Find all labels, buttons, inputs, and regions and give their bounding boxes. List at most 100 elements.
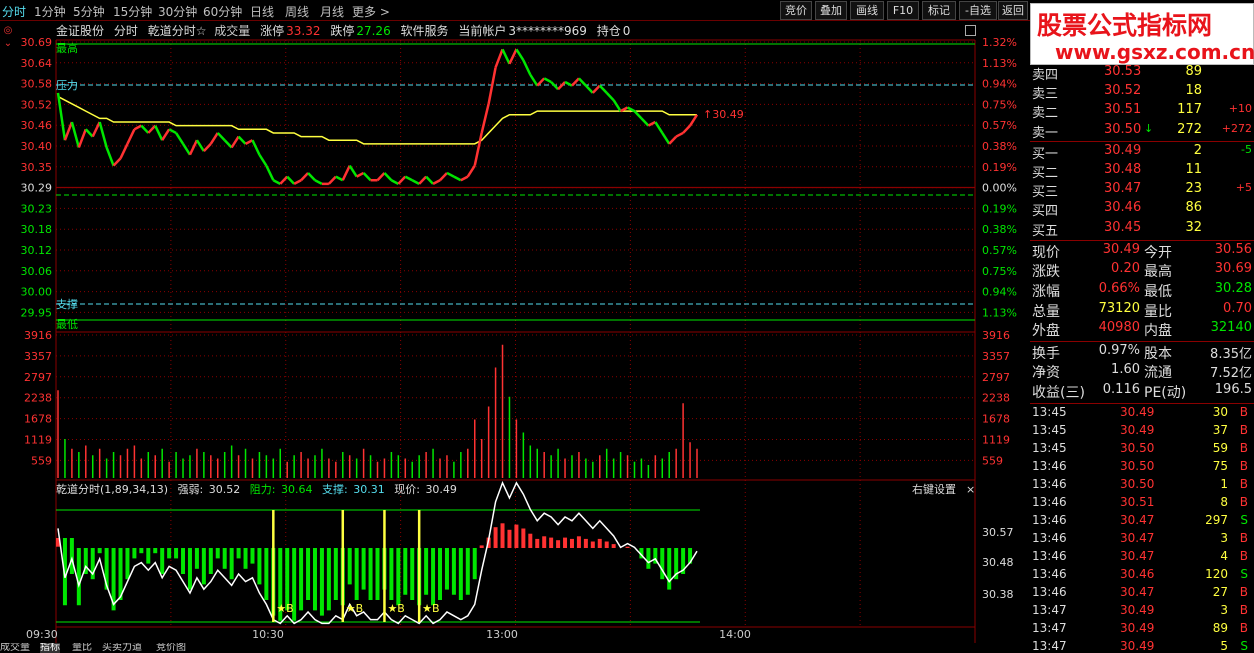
buy-level-row[interactable]: 买四 30.46 86 [1030,200,1254,219]
price-segment [209,132,219,145]
tick-row: 13:47 30.49 5 S [1030,639,1254,653]
stat-label: 量比 [1144,303,1172,320]
price-segment [425,175,434,185]
price-segment [272,179,281,185]
price-segment [265,165,275,181]
price-segment [230,135,240,149]
order-price: 30.47 [1104,181,1142,197]
fund-label: 净资 [1032,365,1060,382]
order-change: +10 [1228,102,1252,116]
tick-side: S [1240,566,1248,581]
price-segment [362,172,372,182]
tab-indicator[interactable]: 指标 [40,643,60,653]
tab-volume-ratio[interactable]: 量比 [72,643,92,653]
stat-row: 外盘 40980 内盘 32140 [1030,320,1254,339]
stat-value: 30.69 [1214,261,1252,277]
tick-volume: 5 [1220,638,1228,653]
volume-tick: 559 [982,454,1003,467]
price-segment [161,128,171,141]
percent-tick: 1.13% [982,306,1017,319]
volume-tick: 2238 [24,392,52,405]
tick-row: 13:47 30.49 3 B [1030,603,1254,621]
tick-time: 13:46 [1032,512,1067,527]
low-label: 最低 [56,318,78,331]
tick-row: 13:45 30.49 30 B [1030,405,1254,423]
volume-bars [57,344,698,478]
volume-tick: 3357 [982,350,1010,363]
tick-volume: 75 [1212,458,1228,473]
price-segment [654,121,664,134]
price-segment [550,81,559,91]
indicator-tick: 30.48 [982,556,1014,569]
price-segment [286,175,296,185]
price-segment [522,59,532,76]
buy-level-row[interactable]: 买二 30.48 11 [1030,162,1254,181]
stat-label: 涨跌 [1032,264,1060,281]
price-segment [688,114,699,127]
order-volume: 117 [1177,102,1202,118]
resistance-label: 压力 [56,79,78,92]
indicator-title: 乾道分时(1,89,34,13) 强弱: 30.52 阻力: 30.64 支撑:… [56,482,457,496]
order-change: +272 [1221,121,1252,135]
tab-auction-chart[interactable]: 竞价图 [156,643,186,653]
buy-signal-star: ★B [346,602,363,615]
buy-signal-star: ★B [387,602,404,615]
price-segment [216,132,226,142]
tick-volume: 1 [1220,476,1228,491]
price-tick: 30.69 [21,36,53,49]
fund-label: 收益(三) [1032,385,1085,401]
stat-value: 30.49 [1102,241,1140,257]
price-segment [591,84,601,94]
stat-row: 总量 73120 量比 0.70 [1030,301,1254,320]
sell-level-row[interactable]: 卖三 30.52 18 [1030,83,1254,102]
tab-volume[interactable]: 成交量 [0,643,30,653]
sell-level-row[interactable]: 卖四 30.53 89 [1030,64,1254,83]
price-segment [460,175,469,182]
tick-price: 30.49 [1120,638,1155,653]
tick-side: B [1239,620,1248,635]
order-change: +5 [1235,181,1252,195]
sell-level-row[interactable]: 卖二 30.51 117 +10 [1030,102,1254,121]
fund-value: 196.5 [1214,382,1252,397]
sell-level-row[interactable]: 卖一 30.50 ↓ 272 +272 [1030,122,1254,141]
buy-level-row[interactable]: 买五 30.45 32 [1030,220,1254,239]
strength-value: 30.52 [209,483,241,496]
price-tick: 30.40 [21,140,53,153]
tick-price: 30.50 [1120,476,1155,491]
price-segment [675,131,684,138]
stat-row: 涨跌 0.20 最高 30.69 [1030,261,1254,280]
stat-value: 73120 [1098,300,1140,316]
buy-level-row[interactable]: 买一 30.49 2 -5 [1030,143,1254,162]
price-label: 现价: [394,483,420,496]
price-segment [647,120,656,127]
order-price: 30.46 [1104,200,1142,216]
price-segment [300,172,309,182]
tick-price: 30.47 [1120,530,1155,545]
support-label: 支撑 [56,297,78,311]
volume-tick: 2797 [24,371,52,384]
tick-row: 13:45 30.50 59 B [1030,441,1254,459]
price-segment [140,124,150,134]
time-axis: 09:30 10:30 13:00 14:00 [26,628,751,641]
fundamental-row: 净资 1.60 流通 7.52亿 [1030,362,1254,381]
tab-buy-sell-force[interactable]: 买卖力道 [102,643,142,653]
fund-label: 股本 [1144,345,1172,362]
buy-level-row[interactable]: 买三 30.47 23 +5 [1030,181,1254,200]
order-label: 卖四 [1032,68,1059,83]
price-segment [390,179,399,185]
tick-row: 13:46 30.50 75 B [1030,459,1254,477]
order-volume: 272 [1177,121,1202,137]
order-volume: 2 [1193,142,1202,158]
price-tick: 30.29 [21,182,53,195]
volume-tick: 1678 [24,413,52,426]
price-segment [119,143,129,159]
close-indicator-icon[interactable]: × [966,483,975,496]
price-segment [126,128,136,145]
order-label: 卖三 [1032,87,1059,103]
percent-tick: 0.19% [982,161,1017,174]
right-click-settings[interactable]: 右键设置 [912,482,956,496]
price-segment [293,179,302,185]
tick-side: B [1239,548,1248,563]
price-segment [487,67,497,105]
price-segment [480,103,490,134]
